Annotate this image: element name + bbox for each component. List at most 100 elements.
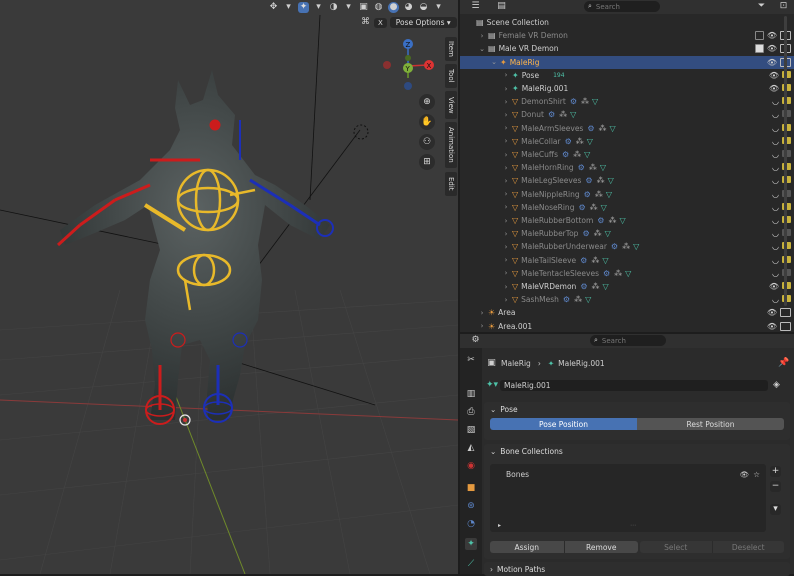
- constraints-tab-icon[interactable]: ⊛: [465, 500, 477, 512]
- outliner-row[interactable]: › ▽ DemonShirt ⚙ ⁂ ▽ ◡: [460, 95, 794, 108]
- eye-icon[interactable]: 👁: [767, 44, 777, 53]
- eye-icon[interactable]: 👁: [740, 470, 750, 479]
- modifier-icon[interactable]: ⚙: [562, 150, 569, 159]
- modifier-icon[interactable]: ⚙: [587, 124, 594, 133]
- pose-options-dropdown[interactable]: Pose Options ▾: [389, 17, 457, 28]
- chevron-right-icon[interactable]: ›: [502, 243, 510, 251]
- vertex-groups-icon[interactable]: ⁂: [589, 163, 597, 172]
- vertex-groups-icon[interactable]: ⁂: [597, 176, 605, 185]
- eye-closed-icon[interactable]: ◡: [772, 295, 779, 304]
- outliner-row[interactable]: › ▽ MaleCollar ⚙ ⁂ ▽ ◡: [460, 135, 794, 148]
- eye-closed-icon[interactable]: ◡: [772, 163, 779, 172]
- hand-pan-icon[interactable]: ✋: [419, 114, 435, 130]
- tab-tool[interactable]: Tool: [445, 64, 457, 88]
- vertex-groups-icon[interactable]: ⁂: [599, 124, 607, 133]
- deselect-button[interactable]: Deselect: [712, 541, 784, 553]
- properties-search-field[interactable]: ⌕ Search: [590, 335, 666, 346]
- rendered-shading-icon[interactable]: ◒: [418, 2, 429, 13]
- tab-item[interactable]: Item: [445, 37, 457, 61]
- chevron-down-icon[interactable]: ▾: [433, 2, 444, 13]
- render-tab-icon[interactable]: ▥: [465, 388, 477, 400]
- object-tab-icon[interactable]: ■: [465, 482, 477, 494]
- eye-icon[interactable]: 👁: [767, 31, 777, 40]
- mesh-data-icon[interactable]: ▽: [602, 282, 608, 291]
- mesh-data-icon[interactable]: ▽: [619, 216, 625, 225]
- eye-closed-icon[interactable]: ◡: [772, 242, 779, 251]
- modifier-icon[interactable]: ⚙: [611, 242, 618, 251]
- camera-render-icon[interactable]: [780, 321, 791, 331]
- pivot-icon[interactable]: ✥: [268, 2, 279, 13]
- material-shading-icon[interactable]: ◕: [403, 2, 414, 13]
- chevron-right-icon[interactable]: ›: [502, 296, 510, 304]
- modifier-icon[interactable]: ⚙: [578, 163, 585, 172]
- chevron-right-icon[interactable]: ›: [478, 32, 486, 40]
- modifier-icon[interactable]: ⚙: [582, 229, 589, 238]
- eye-closed-icon[interactable]: ◡: [772, 176, 779, 185]
- outliner-row[interactable]: › ▤ Female VR Demon 👁: [460, 29, 794, 42]
- outliner-row[interactable]: › ▽ MaleCuffs ⚙ ⁂ ▽ ◡: [460, 148, 794, 161]
- chevron-right-icon[interactable]: ›: [502, 283, 510, 291]
- mesh-data-icon[interactable]: ▽: [605, 229, 611, 238]
- armature-datablock-icon[interactable]: ✦▾: [486, 380, 498, 391]
- outliner-row[interactable]: › ▽ MaleHornRing ⚙ ⁂ ▽ ◡: [460, 161, 794, 174]
- outliner-row[interactable]: › ▽ MaleLegSleeves ⚙ ⁂ ▽ ◡: [460, 174, 794, 187]
- eye-icon[interactable]: 👁: [769, 84, 779, 93]
- mesh-data-icon[interactable]: ▽: [633, 242, 639, 251]
- eye-icon[interactable]: 👁: [769, 71, 779, 80]
- modifier-icon[interactable]: ⚙: [578, 203, 585, 212]
- outliner-row[interactable]: › ▽ MaleRubberTop ⚙ ⁂ ▽ ◡: [460, 227, 794, 240]
- outliner-row[interactable]: › ▽ MaleRubberBottom ⚙ ⁂ ▽ ◡: [460, 214, 794, 227]
- outliner-row[interactable]: › ▽ MaleTailSleeve ⚙ ⁂ ▽ ◡: [460, 254, 794, 267]
- xray-icon[interactable]: ▣: [358, 2, 369, 13]
- mesh-data-icon[interactable]: ▽: [600, 163, 606, 172]
- filter-icon[interactable]: ⏷: [756, 1, 767, 12]
- assign-button[interactable]: Assign: [490, 541, 565, 553]
- outliner-row[interactable]: › ✦ Pose 194 👁: [460, 69, 794, 82]
- chevron-right-icon[interactable]: ›: [502, 124, 510, 132]
- new-collection-icon[interactable]: ⊡: [778, 1, 789, 12]
- mesh-data-icon[interactable]: ▽: [606, 190, 612, 199]
- select-button[interactable]: Select: [640, 541, 713, 553]
- pose-position-button[interactable]: Pose Position: [490, 418, 637, 430]
- modifier-icon[interactable]: ⚙: [597, 216, 604, 225]
- world-tab-icon[interactable]: ◉: [465, 460, 477, 472]
- properties-editor-icon[interactable]: ⚙: [470, 335, 481, 346]
- chevron-right-icon[interactable]: ›: [502, 217, 510, 225]
- mesh-data-icon[interactable]: ▽: [608, 176, 614, 185]
- eye-closed-icon[interactable]: ◡: [772, 203, 779, 212]
- modifier-icon[interactable]: ⚙: [585, 176, 592, 185]
- vertex-groups-icon[interactable]: ⁂: [574, 295, 582, 304]
- vertex-groups-icon[interactable]: ⁂: [573, 150, 581, 159]
- zoom-icon[interactable]: ⊕: [419, 94, 435, 110]
- wireframe-shading-icon[interactable]: ◍: [373, 2, 384, 13]
- chevron-right-icon[interactable]: ›: [502, 203, 510, 211]
- vertex-groups-icon[interactable]: ⁂: [614, 269, 622, 278]
- eye-icon[interactable]: 👁: [767, 58, 777, 67]
- eye-closed-icon[interactable]: ◡: [772, 124, 779, 133]
- star-icon[interactable]: ☆: [753, 470, 760, 479]
- mesh-data-icon[interactable]: ▽: [601, 203, 607, 212]
- outliner-row[interactable]: ⌄ ✦ MaleRig 👁: [460, 55, 794, 69]
- camera-render-icon[interactable]: [780, 308, 791, 318]
- modifier-icon[interactable]: ⚙: [580, 282, 587, 291]
- chevron-right-icon[interactable]: ›: [502, 98, 510, 106]
- vertex-groups-icon[interactable]: ⁂: [576, 137, 584, 146]
- chevron-down-icon[interactable]: ▾: [313, 2, 324, 13]
- outliner-row[interactable]: › ▽ MaleRubberUnderwear ⚙ ⁂ ▽ ◡: [460, 240, 794, 253]
- tab-view[interactable]: View: [445, 91, 457, 119]
- datablock-name-field[interactable]: MaleRig.001: [500, 380, 768, 391]
- modifier-icon[interactable]: ⚙: [563, 295, 570, 304]
- eye-closed-icon[interactable]: ◡: [772, 110, 779, 119]
- eye-icon[interactable]: 👁: [767, 308, 777, 317]
- chevron-right-icon[interactable]: ›: [502, 230, 510, 238]
- rig-overlay-icon[interactable]: ✦: [298, 1, 309, 13]
- navigation-gizmo[interactable]: X Z Y: [378, 36, 440, 92]
- mesh-data-icon[interactable]: ▽: [592, 97, 598, 106]
- chevron-right-icon[interactable]: ›: [502, 177, 510, 185]
- remove-icon[interactable]: −: [770, 481, 781, 492]
- modifier-icon[interactable]: ⚙: [584, 190, 591, 199]
- outliner-row[interactable]: › ▽ MaleNoseRing ⚙ ⁂ ▽ ◡: [460, 201, 794, 214]
- mesh-data-icon[interactable]: ▽: [610, 124, 616, 133]
- tool-tab-icon[interactable]: ✂: [465, 354, 477, 366]
- eye-closed-icon[interactable]: ◡: [772, 229, 779, 238]
